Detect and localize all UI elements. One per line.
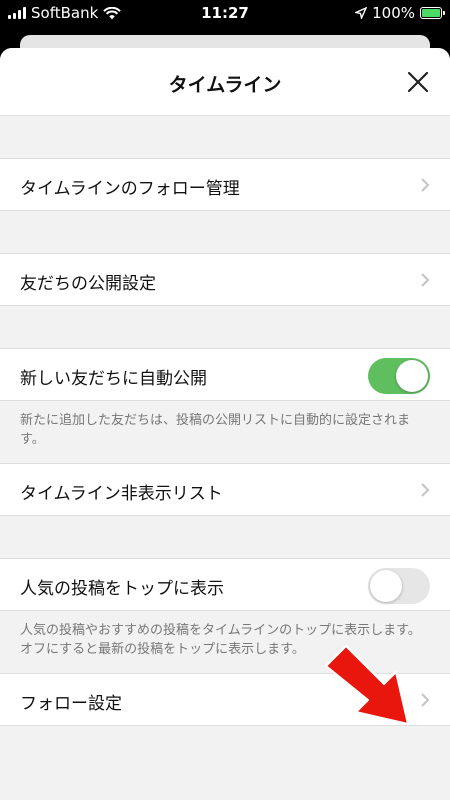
popular-top-note: 人気の投稿やおすすめの投稿をタイムラインのトップに表示します。オフにすると最新の… [0, 611, 450, 673]
popular-top-toggle[interactable] [368, 568, 430, 604]
row-auto-publish-new-friends: 新しい友だちに自動公開 [0, 348, 450, 401]
chevron-right-icon [421, 178, 430, 192]
section-gap [0, 116, 450, 158]
auto-publish-note: 新たに追加した友だちは、投稿の公開リストに自動的に設定されます。 [0, 401, 450, 463]
row-label: 新しい友だちに自動公開 [20, 369, 207, 389]
row-label: 友だちの公開設定 [20, 274, 156, 294]
timeline-settings-sheet: タイムライン タイムラインのフォロー管理 友だちの公開設定 新しい友だちに自動公… [0, 48, 450, 800]
status-right: 100% [355, 4, 445, 22]
sheet-header: タイムライン [0, 48, 450, 116]
row-timeline-hidden-list[interactable]: タイムライン非表示リスト [0, 463, 450, 516]
section-gap [0, 211, 450, 253]
chevron-right-icon [421, 693, 430, 707]
toggle-knob [370, 570, 402, 602]
chevron-right-icon [421, 483, 430, 497]
row-follow-settings[interactable]: フォロー設定 [0, 673, 450, 726]
section-gap [0, 306, 450, 348]
battery-icon [420, 7, 445, 19]
section-gap [0, 516, 450, 558]
chevron-right-icon [421, 273, 430, 287]
row-timeline-follow-manage[interactable]: タイムラインのフォロー管理 [0, 158, 450, 211]
toggle-knob [396, 360, 428, 392]
status-bar: SoftBank 11:27 100% [0, 0, 450, 26]
page-title: タイムライン [168, 74, 282, 96]
row-popular-posts-top: 人気の投稿をトップに表示 [0, 558, 450, 611]
close-icon[interactable] [404, 68, 432, 96]
row-label: タイムラインのフォロー管理 [20, 179, 240, 199]
row-friends-publish-settings[interactable]: 友だちの公開設定 [0, 253, 450, 306]
battery-percent: 100% [372, 4, 415, 22]
auto-publish-toggle[interactable] [368, 358, 430, 394]
row-label: タイムライン非表示リスト [20, 484, 223, 504]
row-label: 人気の投稿をトップに表示 [20, 579, 224, 599]
row-label: フォロー設定 [20, 694, 122, 714]
location-icon [355, 7, 368, 19]
